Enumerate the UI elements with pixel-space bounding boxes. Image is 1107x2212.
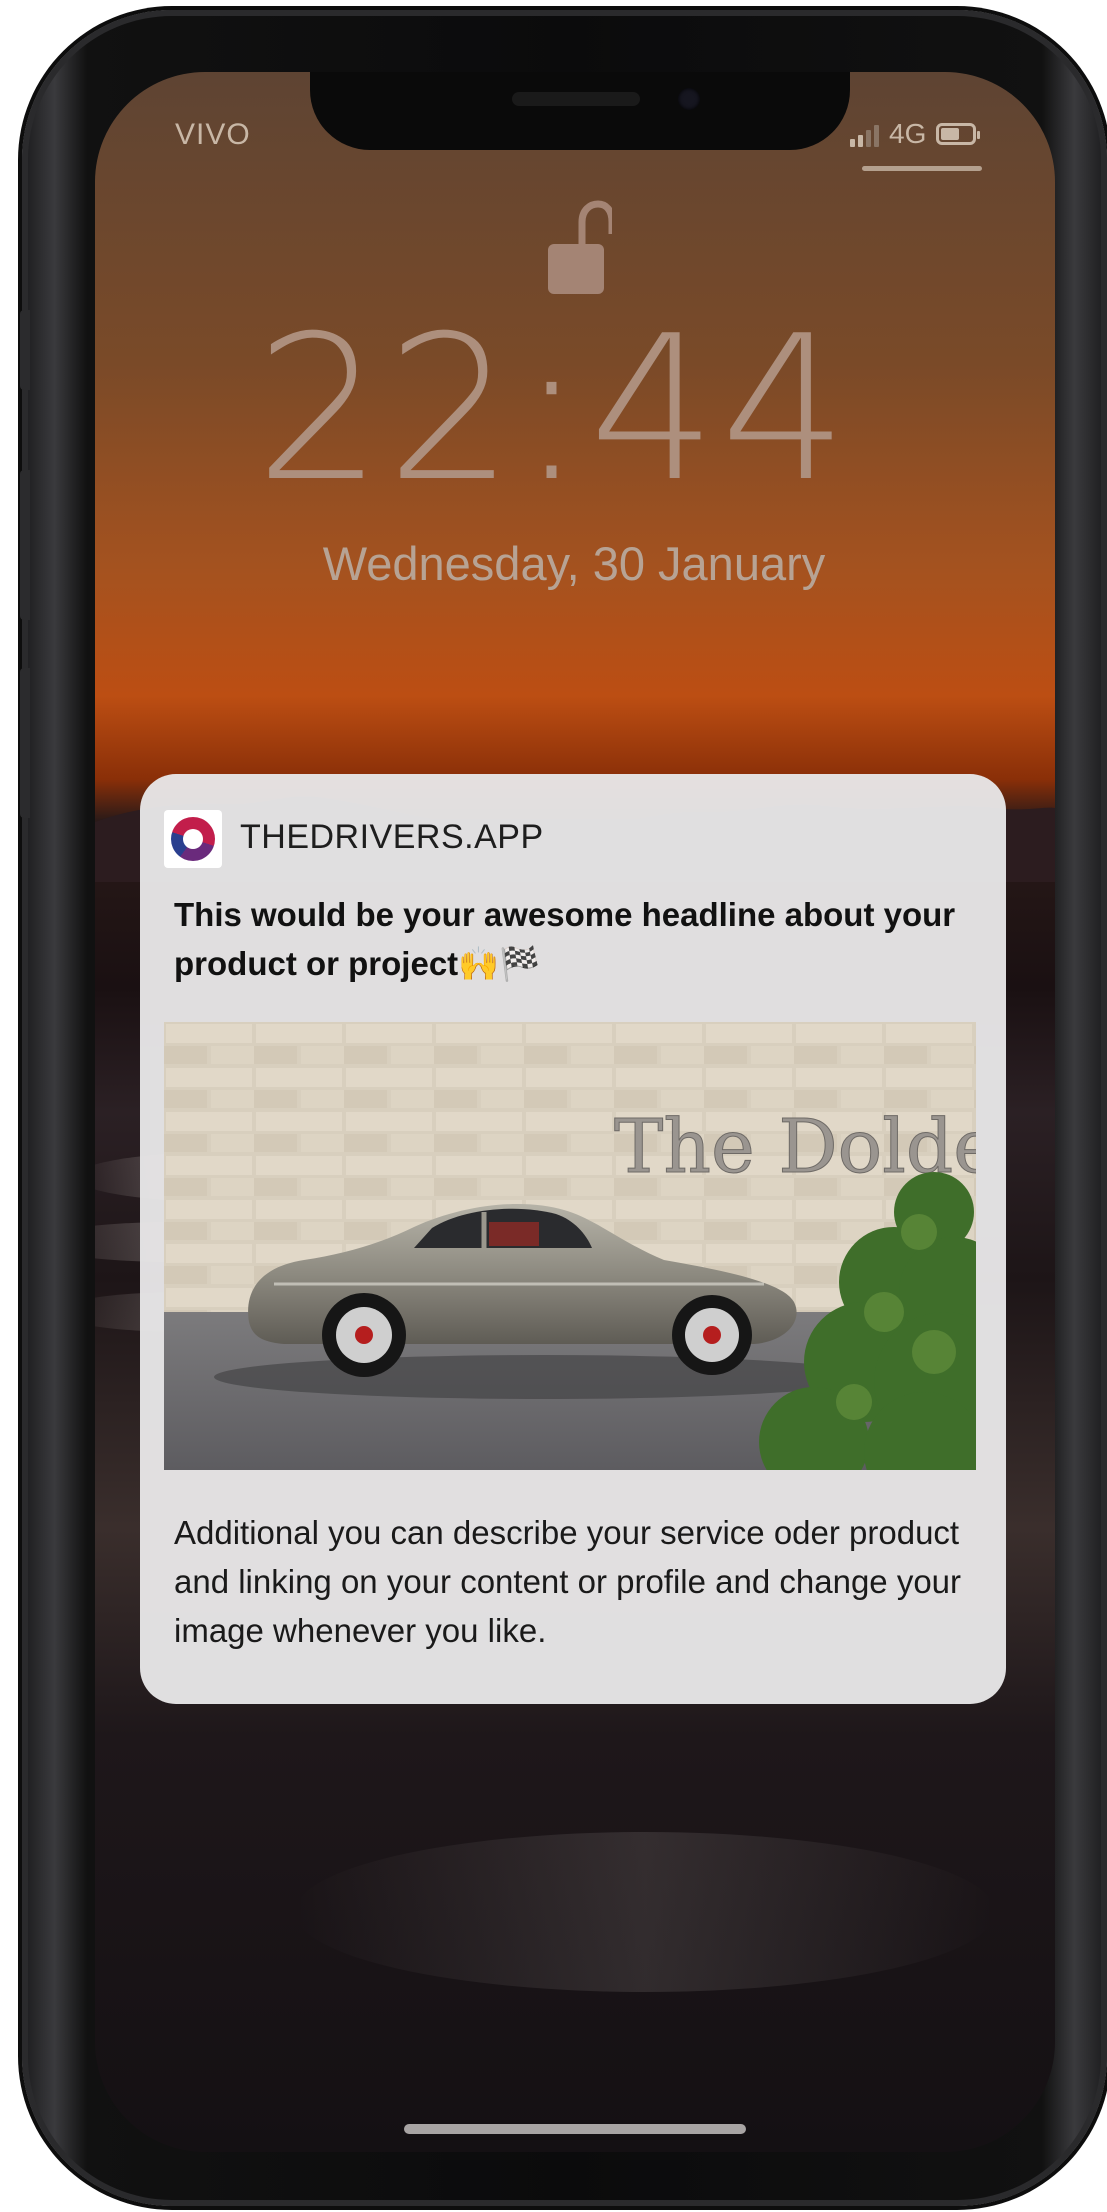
volume-down-button (20, 668, 30, 818)
notification-headline: This would be your awesome headline abou… (174, 896, 956, 982)
home-indicator[interactable] (404, 2124, 746, 2134)
front-camera (678, 88, 700, 110)
battery-icon (936, 123, 981, 145)
notification-image: The Dolder (164, 1022, 976, 1470)
signal-icon (850, 121, 879, 147)
network-type: 4G (889, 118, 927, 149)
notification-app-name: THEDRIVERS.APP (240, 818, 544, 856)
unlocked-padlock-icon (548, 200, 612, 294)
carrier-name: VIVO (175, 118, 251, 151)
clock-date: Wednesday, 30 January (322, 537, 826, 590)
notification-body: Additional you can describe your service… (174, 1514, 962, 1649)
earpiece-speaker (512, 92, 640, 106)
push-notification[interactable]: THEDRIVERS.APP This would be your awesom… (140, 774, 1006, 1704)
thedrivers-logo-icon (164, 810, 222, 868)
status-indicators: 4G (850, 118, 981, 150)
control-center-indicator[interactable] (862, 166, 982, 171)
water-reflection (295, 1832, 995, 1992)
notch (310, 72, 850, 150)
car-photo: The Dolder (164, 1022, 976, 1470)
clock-time: 22:44 (255, 293, 852, 526)
